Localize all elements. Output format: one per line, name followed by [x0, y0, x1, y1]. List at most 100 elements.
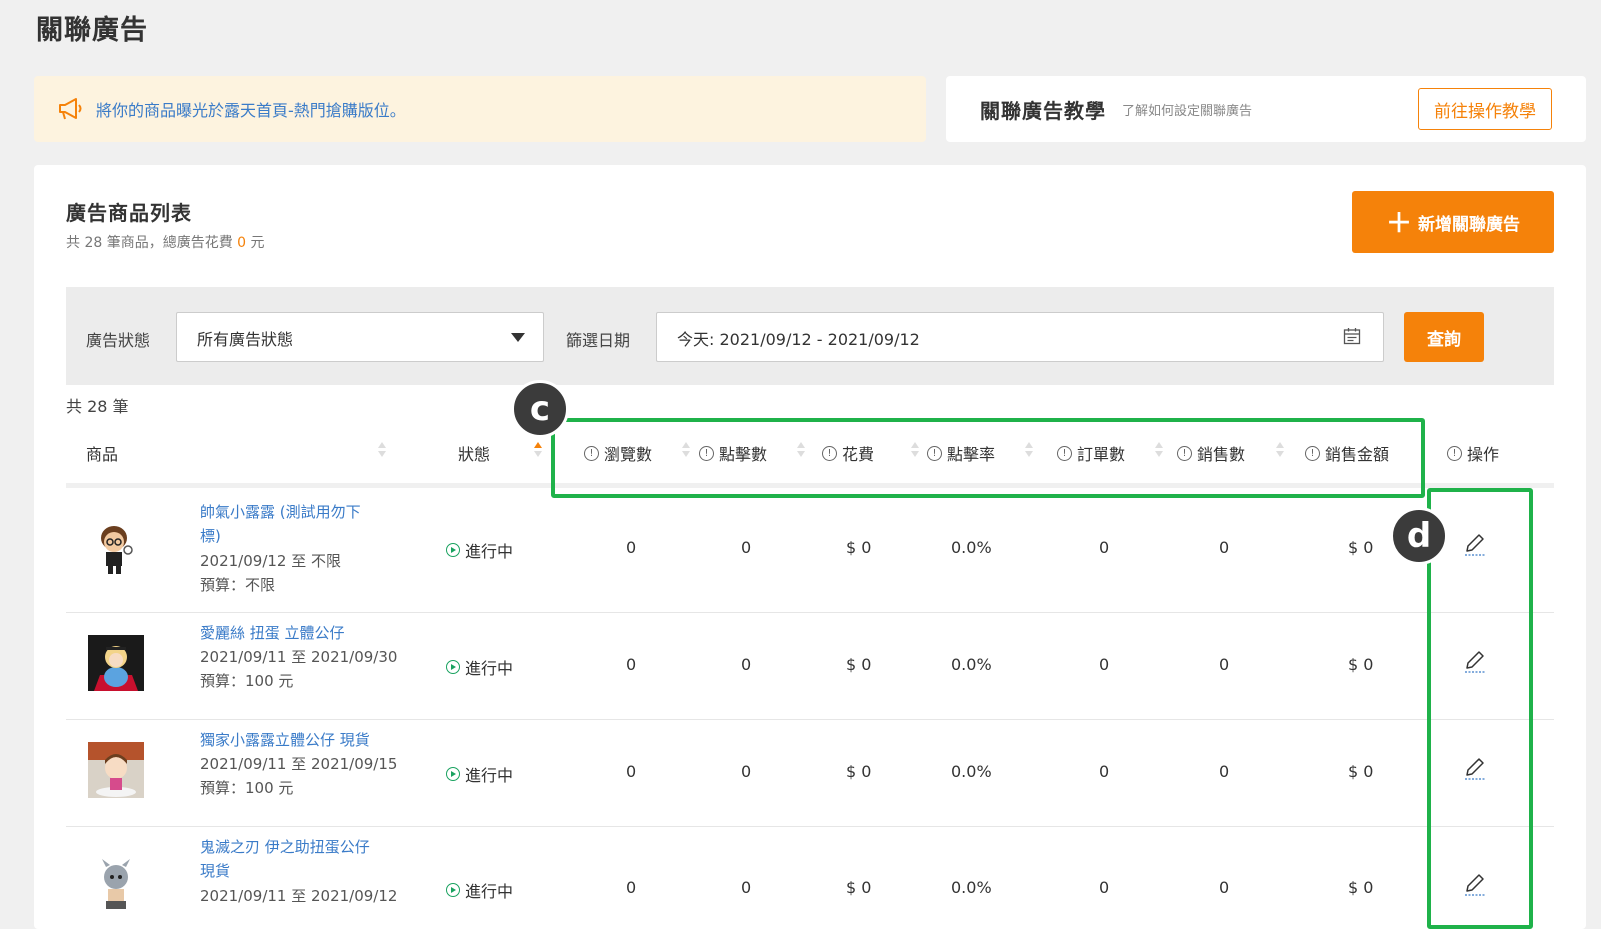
sales-cell: 0: [1219, 538, 1230, 557]
clicks-cell: 0: [741, 655, 752, 674]
plus-icon: ＋: [1385, 208, 1412, 239]
product-name-line1: 鬼滅之刃 伊之助扭蛋公仔: [200, 838, 370, 856]
promo-banner: 將你的商品曝光於露天首頁-熱門搶購版位。: [34, 76, 926, 142]
ctr-cell: 0.0%: [951, 538, 992, 557]
orders-cell: 0: [1099, 538, 1110, 557]
sales-cell: 0: [1219, 878, 1230, 897]
views-cell: 0: [626, 655, 637, 674]
product-budget: 預算：100 元: [200, 779, 294, 797]
calendar-icon[interactable]: [1343, 327, 1361, 345]
table-row: 愛麗絲 扭蛋 立體公仔 2021/09/11 至 2021/09/30 預算：1…: [66, 613, 1554, 720]
product-name-line1: 帥氣小露露 (測試用勿下: [200, 503, 361, 521]
page: 關聯廣告 將你的商品曝光於露天首頁-熱門搶購版位。 關聯廣告教學 了解如何設定關…: [0, 0, 1601, 929]
views-cell: 0: [626, 878, 637, 897]
query-button[interactable]: 查詢: [1404, 312, 1484, 362]
ctr-cell: 0.0%: [951, 655, 992, 674]
metrics-columns-highlight: [551, 418, 1425, 498]
status-select-value: 所有廣告狀態: [197, 330, 294, 349]
date-range-input[interactable]: 今天: 2021/09/12 - 2021/09/12: [656, 312, 1384, 362]
status-filter-label: 廣告狀態: [86, 331, 151, 350]
product-period: 2021/09/11 至 2021/09/15: [200, 755, 398, 773]
status-cell: 進行中: [446, 655, 513, 679]
annotation-badge-c: c: [511, 380, 569, 438]
tutorial-panel: 關聯廣告教學 了解如何設定關聯廣告 前往操作教學: [946, 76, 1586, 142]
add-ad-button[interactable]: ＋ 新增關聯廣告: [1352, 191, 1554, 253]
product-name-line2: 現貨: [200, 862, 231, 880]
list-title: 廣告商品列表: [66, 201, 192, 225]
megaphone-icon: [59, 98, 82, 120]
tutorial-title: 關聯廣告教學: [980, 98, 1106, 123]
summary-suffix: 元: [250, 235, 265, 251]
sort-icon-active[interactable]: [534, 442, 542, 460]
cost-cell: $ 0: [846, 762, 872, 781]
status-cell: 進行中: [446, 538, 513, 562]
product-name-line2: 標): [200, 527, 221, 545]
product-name-line1: 愛麗絲 扭蛋 立體公仔: [200, 624, 345, 642]
col-action-label: 操作: [1467, 445, 1500, 464]
chevron-down-icon: [511, 333, 525, 342]
date-filter-label: 篩選日期: [566, 331, 631, 350]
status-text: 進行中: [465, 882, 514, 901]
play-circle-icon: [446, 660, 460, 674]
clicks-cell: 0: [741, 762, 752, 781]
product-thumbnail: [101, 526, 133, 574]
sales-cell: 0: [1219, 655, 1230, 674]
product-name[interactable]: 獨家小露露立體公仔 現貨: [200, 728, 395, 752]
product-period: 2021/09/12 至 不限: [200, 552, 341, 570]
tutorial-subtitle: 了解如何設定關聯廣告: [1122, 103, 1253, 119]
table-row: 獨家小露露立體公仔 現貨 2021/09/11 至 2021/09/15 預算：…: [66, 720, 1554, 827]
product-thumbnail: [88, 742, 144, 798]
product-budget: 預算：不限: [200, 576, 276, 594]
info-icon: !: [1447, 445, 1462, 461]
status-text: 進行中: [465, 659, 514, 678]
status-select[interactable]: 所有廣告狀態: [176, 312, 544, 362]
action-column-highlight: [1427, 488, 1533, 929]
orders-cell: 0: [1099, 762, 1110, 781]
col-product-label: 商品: [86, 445, 119, 464]
revenue-cell: $ 0: [1348, 878, 1374, 897]
banner-text: 將你的商品曝光於露天首頁-熱門搶購版位。: [96, 101, 406, 120]
sort-icon[interactable]: [378, 442, 386, 460]
orders-cell: 0: [1099, 655, 1110, 674]
summary-amount: 0: [237, 235, 247, 251]
product-budget: 預算：100 元: [200, 672, 294, 690]
ctr-cell: 0.0%: [951, 878, 992, 897]
status-text: 進行中: [465, 766, 514, 785]
product-thumbnail: [88, 857, 144, 913]
col-status[interactable]: 狀態: [458, 441, 490, 465]
col-action: ! 操作: [1447, 441, 1499, 465]
views-cell: 0: [626, 538, 637, 557]
summary-prefix: 共 28 筆商品，總廣告花費: [66, 235, 233, 251]
clicks-cell: 0: [741, 538, 752, 557]
filter-bar: 廣告狀態 所有廣告狀態 篩選日期 今天: 2021/09/12 - 2021/0…: [66, 287, 1554, 385]
status-cell: 進行中: [446, 762, 513, 786]
status-text: 進行中: [465, 542, 514, 561]
revenue-cell: $ 0: [1348, 762, 1374, 781]
table-row: 帥氣小露露 (測試用勿下 標) 2021/09/12 至 不限 預算：不限 進行…: [66, 488, 1554, 613]
play-circle-icon: [446, 767, 460, 781]
cost-cell: $ 0: [846, 655, 872, 674]
add-ad-label: 新增關聯廣告: [1418, 214, 1520, 235]
list-summary: 共 28 筆商品，總廣告花費 0 元: [66, 232, 265, 252]
annotation-badge-d: d: [1390, 507, 1448, 565]
product-name[interactable]: 帥氣小露露 (測試用勿下 標): [200, 500, 395, 548]
orders-cell: 0: [1099, 878, 1110, 897]
product-period: 2021/09/11 至 2021/09/30: [200, 648, 398, 666]
page-title: 關聯廣告: [36, 15, 148, 46]
col-product[interactable]: 商品: [86, 441, 118, 465]
clicks-cell: 0: [741, 878, 752, 897]
revenue-cell: $ 0: [1348, 538, 1374, 557]
ad-list-card: 廣告商品列表 共 28 筆商品，總廣告花費 0 元 ＋ 新增關聯廣告 廣告狀態 …: [34, 165, 1586, 929]
sales-cell: 0: [1219, 762, 1230, 781]
cost-cell: $ 0: [846, 878, 872, 897]
result-count: 共 28 筆: [66, 397, 129, 416]
product-name-line1: 獨家小露露立體公仔 現貨: [200, 731, 370, 749]
product-name[interactable]: 愛麗絲 扭蛋 立體公仔: [200, 621, 395, 645]
views-cell: 0: [626, 762, 637, 781]
product-name[interactable]: 鬼滅之刃 伊之助扭蛋公仔 現貨: [200, 835, 395, 883]
tutorial-button[interactable]: 前往操作教學: [1418, 88, 1552, 130]
table-row: 鬼滅之刃 伊之助扭蛋公仔 現貨 2021/09/11 至 2021/09/12 …: [66, 827, 1554, 929]
col-status-label: 狀態: [458, 445, 491, 464]
revenue-cell: $ 0: [1348, 655, 1374, 674]
cost-cell: $ 0: [846, 538, 872, 557]
